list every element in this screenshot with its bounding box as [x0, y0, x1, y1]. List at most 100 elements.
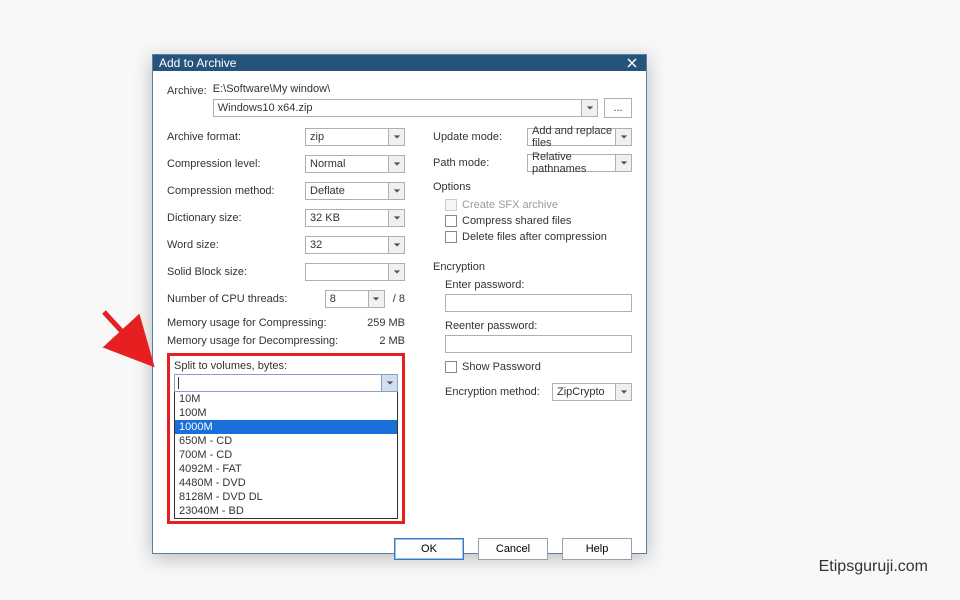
sfx-checkbox — [445, 199, 457, 211]
archive-path: E:\Software\My window\ — [213, 83, 632, 95]
ok-button[interactable]: OK — [394, 538, 464, 560]
enter-password-label: Enter password: — [445, 279, 632, 291]
word-size-value: 32 — [310, 239, 322, 251]
right-column: Update mode: Add and replace files Path … — [433, 128, 632, 524]
compression-method-label: Compression method: — [167, 185, 305, 197]
help-button[interactable]: Help — [562, 538, 632, 560]
split-option[interactable]: 10M — [175, 392, 397, 406]
encryption-method-select[interactable]: ZipCrypto — [552, 383, 632, 401]
show-password-label: Show Password — [462, 361, 541, 373]
word-size-label: Word size: — [167, 239, 305, 251]
compress-shared-checkbox[interactable] — [445, 215, 457, 227]
split-dropdown-list[interactable]: 10M 100M 1000M 650M - CD 700M - CD 4092M… — [174, 392, 398, 519]
button-bar: OK Cancel Help — [153, 528, 646, 572]
split-option[interactable]: 8128M - DVD DL — [175, 490, 397, 504]
dictionary-size-label: Dictionary size: — [167, 212, 305, 224]
dialog-content: Archive: E:\Software\My window\ Windows1… — [153, 71, 646, 528]
encryption-method-value: ZipCrypto — [557, 386, 605, 398]
chevron-down-icon[interactable] — [388, 210, 404, 226]
split-option[interactable]: 650M - CD — [175, 434, 397, 448]
titlebar[interactable]: Add to Archive — [153, 55, 646, 71]
browse-button[interactable]: ... — [604, 98, 632, 118]
word-size-select[interactable]: 32 — [305, 236, 405, 254]
split-option-label: 4480M - DVD — [179, 477, 246, 489]
update-mode-select[interactable]: Add and replace files — [527, 128, 632, 146]
archive-file-combo[interactable]: Windows10 x64.zip — [213, 99, 598, 117]
cancel-label: Cancel — [496, 543, 530, 555]
encryption-method-label: Encryption method: — [445, 386, 544, 398]
split-option[interactable]: 4092M - FAT — [175, 462, 397, 476]
delete-after-checkbox[interactable] — [445, 231, 457, 243]
compress-shared-label: Compress shared files — [462, 215, 571, 227]
dictionary-size-value: 32 KB — [310, 212, 340, 224]
split-option-label: 8128M - DVD DL — [179, 491, 263, 503]
archive-format-select[interactable]: zip — [305, 128, 405, 146]
memory-compress-value: 259 MB — [367, 317, 405, 329]
cancel-button[interactable]: Cancel — [478, 538, 548, 560]
encryption-heading: Encryption — [433, 261, 632, 273]
compression-level-value: Normal — [310, 158, 345, 170]
chevron-down-icon[interactable] — [615, 155, 631, 171]
chevron-down-icon[interactable] — [615, 384, 631, 400]
chevron-down-icon[interactable] — [581, 100, 597, 116]
text-caret — [178, 377, 179, 389]
chevron-down-icon[interactable] — [615, 129, 631, 145]
path-mode-value: Relative pathnames — [532, 151, 627, 175]
split-option[interactable]: 23040M - BD — [175, 504, 397, 518]
cpu-threads-select[interactable]: 8 — [325, 290, 385, 308]
split-option-label: 23040M - BD — [179, 505, 244, 517]
archive-file-value: Windows10 x64.zip — [218, 102, 313, 114]
split-option-label: 4092M - FAT — [179, 463, 242, 475]
chevron-down-icon[interactable] — [368, 291, 384, 307]
cpu-threads-value: 8 — [330, 293, 336, 305]
close-button[interactable] — [624, 55, 640, 71]
update-mode-label: Update mode: — [433, 131, 521, 143]
split-option-label: 100M — [179, 407, 207, 419]
split-option[interactable]: 4480M - DVD — [175, 476, 397, 490]
dialog-title: Add to Archive — [159, 56, 236, 70]
memory-decompress-value: 2 MB — [379, 335, 405, 347]
split-option-label: 700M - CD — [179, 449, 232, 461]
options-heading: Options — [433, 181, 632, 193]
solid-block-size-select[interactable] — [305, 263, 405, 281]
path-mode-select[interactable]: Relative pathnames — [527, 154, 632, 172]
reenter-password-input[interactable] — [445, 335, 632, 353]
path-mode-label: Path mode: — [433, 157, 521, 169]
compression-level-label: Compression level: — [167, 158, 305, 170]
split-option[interactable]: 100M — [175, 406, 397, 420]
compression-method-value: Deflate — [310, 185, 345, 197]
delete-after-label: Delete files after compression — [462, 231, 607, 243]
chevron-down-icon[interactable] — [388, 183, 404, 199]
memory-compress-label: Memory usage for Compressing: — [167, 317, 327, 329]
help-label: Help — [586, 543, 609, 555]
split-option-label: 650M - CD — [179, 435, 232, 447]
show-password-checkbox[interactable] — [445, 361, 457, 373]
split-to-volumes-section: Split to volumes, bytes: 10M 100M 1000M … — [167, 353, 405, 524]
compression-level-select[interactable]: Normal — [305, 155, 405, 173]
split-option-label: 1000M — [179, 421, 213, 433]
chevron-down-icon[interactable] — [388, 237, 404, 253]
compression-method-select[interactable]: Deflate — [305, 182, 405, 200]
memory-decompress-label: Memory usage for Decompressing: — [167, 335, 338, 347]
archive-format-value: zip — [310, 131, 324, 143]
close-icon — [627, 58, 637, 68]
sfx-label: Create SFX archive — [462, 199, 558, 211]
split-option-label: 10M — [179, 393, 200, 405]
split-option-selected[interactable]: 1000M — [175, 420, 397, 434]
split-option[interactable]: 700M - CD — [175, 448, 397, 462]
chevron-down-icon[interactable] — [388, 264, 404, 280]
chevron-down-icon[interactable] — [388, 129, 404, 145]
archive-format-label: Archive format: — [167, 131, 305, 143]
add-to-archive-dialog: Add to Archive Archive: E:\Software\My w… — [152, 54, 647, 554]
chevron-down-icon[interactable] — [381, 375, 397, 391]
cpu-threads-label: Number of CPU threads: — [167, 293, 325, 305]
reenter-password-label: Reenter password: — [445, 320, 632, 332]
chevron-down-icon[interactable] — [388, 156, 404, 172]
dictionary-size-select[interactable]: 32 KB — [305, 209, 405, 227]
browse-dots: ... — [613, 102, 622, 114]
cpu-threads-max: / 8 — [393, 293, 405, 305]
split-to-volumes-combo[interactable] — [174, 374, 398, 392]
ok-label: OK — [421, 543, 437, 555]
update-mode-value: Add and replace files — [532, 125, 627, 149]
enter-password-input[interactable] — [445, 294, 632, 312]
